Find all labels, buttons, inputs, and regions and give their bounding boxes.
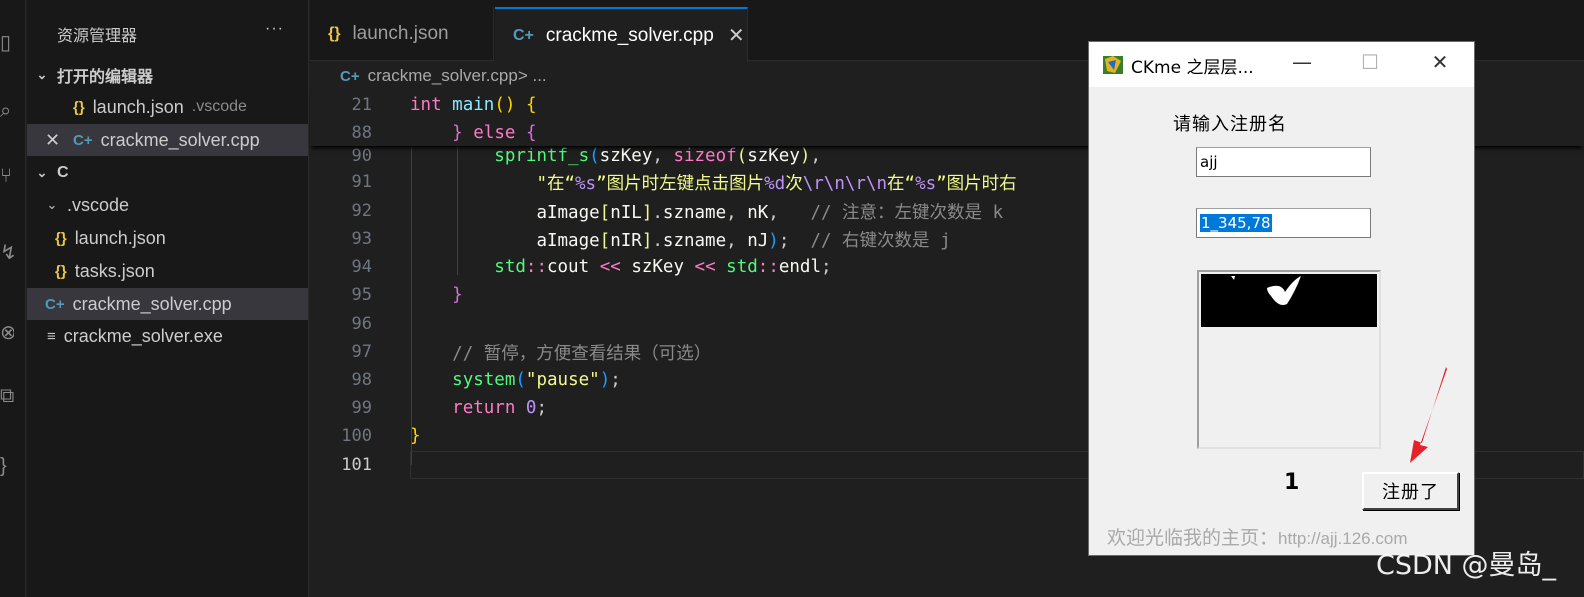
run-debug-icon[interactable]: ⊗: [0, 320, 14, 346]
tree-file-label: crackme_solver.cpp: [72, 293, 232, 314]
tree-folder-label: .vscode: [67, 194, 130, 215]
line-number: 93: [351, 229, 372, 249]
git-branch-icon[interactable]: ↯: [0, 240, 14, 266]
minimize-icon[interactable]: —: [1279, 50, 1325, 80]
code-line: std::cout << szKey << std::endl;: [494, 257, 832, 277]
click-counter: 1: [1284, 470, 1300, 495]
cpp-file-icon: C+: [73, 131, 93, 149]
tree-file-exe[interactable]: ≡ crackme_solver.exe: [27, 320, 308, 352]
close-icon[interactable]: ✕: [728, 23, 745, 48]
json-file-icon: {}: [55, 262, 67, 280]
line-number: 91: [351, 172, 372, 192]
extensions-icon[interactable]: ⧉: [0, 385, 14, 411]
breadcrumb-file[interactable]: crackme_solver.cpp: [368, 66, 518, 86]
welcome-text: 欢迎光临我的主页：http://ajj.126.com: [1107, 523, 1407, 550]
tree-file-label: launch.json: [74, 227, 166, 248]
open-editors-header: 打开的编辑器: [57, 69, 154, 86]
code-line: // 暂停，方便查看结果（可选）: [452, 343, 712, 364]
folder-section[interactable]: ⌄ C: [27, 157, 308, 189]
tree-file-cpp[interactable]: C+ crackme_solver.cpp: [27, 288, 308, 320]
chevron-down-icon: ⌄: [36, 67, 48, 82]
tree-folder-vscode[interactable]: ⌄ .vscode: [27, 189, 308, 221]
sidebar-title: 资源管理器: [57, 28, 138, 45]
line-number: 99: [351, 398, 372, 418]
line-number: 101: [341, 455, 372, 475]
open-editor-item-active[interactable]: ✕ C+ crackme_solver.cpp: [27, 124, 308, 156]
open-editors-section[interactable]: ⌄ 打开的编辑器: [27, 59, 308, 91]
line-number: 96: [351, 314, 372, 334]
json-file-icon: {}: [328, 25, 341, 42]
register-button[interactable]: 注册了: [1362, 472, 1459, 510]
breadcrumb-rest[interactable]: > ...: [518, 66, 547, 86]
maximize-icon[interactable]: ☐: [1347, 50, 1393, 80]
line-number: 98: [351, 370, 372, 390]
code-line: aImage[nIL].szname, nK, // 注意：左键次数是 k: [536, 202, 1004, 223]
more-actions-icon[interactable]: ···: [265, 20, 284, 38]
json-file-icon: {}: [55, 229, 67, 247]
explorer-icon[interactable]: ▯: [0, 30, 14, 56]
line-number: 97: [351, 342, 372, 362]
serial-input-value: 1_345,78: [1200, 214, 1272, 232]
csdn-watermark: CSDN @曼岛_: [1376, 550, 1557, 581]
dialog-title: CKme 之层层...: [1131, 58, 1254, 78]
serial-input[interactable]: 1_345,78: [1196, 208, 1371, 238]
cpp-file-icon: C+: [513, 26, 534, 44]
line-number: 92: [351, 201, 372, 221]
search-icon[interactable]: ⌕: [0, 100, 14, 126]
explorer-sidebar: 资源管理器 ··· ⌄ 打开的编辑器 {} launch.json .vscod…: [27, 0, 309, 597]
code-line: sprintf_s(szKey, sizeof(szKey),: [494, 146, 821, 166]
line-number: 95: [351, 285, 372, 305]
binary-file-icon: ≡: [47, 327, 56, 345]
picture-image: [1201, 274, 1377, 327]
tab-label: crackme_solver.cpp: [545, 24, 714, 46]
tab-launch-json[interactable]: {} launch.json: [310, 7, 494, 61]
open-editor-folder-hint: .vscode: [191, 98, 247, 115]
tree-file-tasks[interactable]: {} tasks.json: [27, 255, 308, 287]
tree-file-label: tasks.json: [74, 260, 155, 281]
red-arrow-annotation: [1410, 367, 1447, 463]
line-number: 100: [341, 426, 372, 446]
code-line: } else {: [452, 122, 537, 143]
line-number: 90: [351, 146, 372, 166]
code-line: system("pause");: [452, 370, 621, 390]
crackme-dialog: CKme 之层层... — ☐ ✕ 请输入注册名 ajj 1_345,78 1 …: [1088, 41, 1475, 556]
folder-name: C: [57, 164, 69, 181]
code-line: int main() {: [410, 95, 537, 115]
open-editor-name: crackme_solver.cpp: [100, 129, 260, 150]
code-line: aImage[nIR].szname, nJ); // 右键次数是 j: [536, 230, 951, 251]
tree-file-label: crackme_solver.exe: [63, 325, 223, 346]
open-editor-name: launch.json: [92, 96, 184, 117]
tree-file-launch[interactable]: {} launch.json: [27, 222, 308, 254]
app-icon: [1103, 56, 1123, 74]
activity-bar: ▯ ⌕ ⑂ ↯ ⊗ ⧉ }: [0, 0, 26, 597]
breadcrumb: C+ crackme_solver.cpp > ...: [340, 64, 547, 88]
json-icon[interactable]: }: [0, 455, 14, 481]
picture-box[interactable]: [1197, 270, 1381, 449]
source-control-icon[interactable]: ⑂: [0, 165, 14, 191]
code-line: return 0;: [452, 398, 548, 418]
tab-label: launch.json: [352, 23, 449, 44]
name-input-value: ajj: [1200, 153, 1218, 171]
close-icon[interactable]: ✕: [1417, 50, 1463, 80]
welcome-label: 欢迎光临我的主页：: [1107, 527, 1279, 549]
tab-crackme-solver-cpp[interactable]: C+ crackme_solver.cpp ✕: [495, 7, 748, 62]
cpp-file-icon: C+: [340, 67, 360, 85]
line-number: 88: [351, 122, 372, 143]
json-file-icon: {}: [73, 98, 85, 116]
line-number: 21: [351, 95, 372, 115]
code-line: }: [410, 426, 421, 446]
registration-name-label: 请输入注册名: [1173, 114, 1287, 135]
cpp-file-icon: C+: [45, 295, 65, 313]
close-icon[interactable]: ✕: [45, 130, 73, 151]
dialog-titlebar[interactable]: CKme 之层层... — ☐ ✕: [1089, 42, 1474, 87]
image-shape: [1231, 276, 1301, 305]
chevron-down-icon: ⌄: [36, 165, 48, 180]
name-input[interactable]: ajj: [1196, 147, 1371, 177]
code-line: }: [452, 285, 463, 305]
line-number: 94: [351, 257, 372, 277]
chevron-down-icon: ⌄: [46, 197, 58, 212]
open-editor-item[interactable]: {} launch.json .vscode: [27, 91, 308, 123]
